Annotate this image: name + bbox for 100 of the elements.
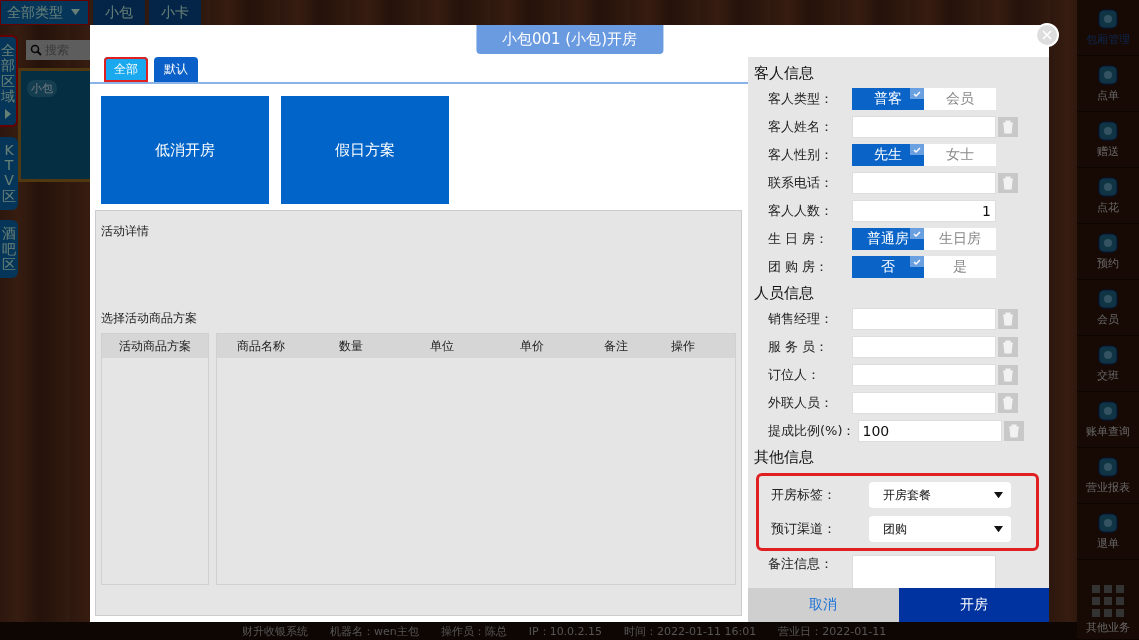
status-text: 机器名：wen主包 (330, 623, 419, 639)
column-header: 数量 (338, 337, 364, 355)
scheme-button[interactable]: 低消开房 (101, 96, 269, 204)
input-field[interactable]: 1 (852, 200, 996, 222)
toggle-option[interactable]: 生日房 (924, 228, 996, 250)
tile-icon (1098, 232, 1118, 253)
section-title: 客人信息 (754, 63, 815, 84)
input-field[interactable] (852, 308, 996, 330)
field-label: 客人人数： (767, 202, 834, 220)
check-icon (913, 90, 921, 97)
column-header: 商品名称 (236, 337, 286, 355)
field-label: 提成比例(%)： (767, 422, 857, 440)
sidebar-item[interactable]: 点花 (1077, 168, 1139, 224)
input-field[interactable] (852, 116, 996, 138)
tile-icon (1098, 64, 1118, 85)
toggle-option[interactable]: 否 (852, 256, 924, 278)
trash-button[interactable] (998, 337, 1018, 357)
field-label: 客人类型： (767, 90, 834, 108)
cancel-button[interactable]: 取消 (748, 588, 899, 622)
check-icon (913, 146, 921, 153)
trash-icon (1002, 120, 1014, 134)
column-header: 操作 (670, 337, 696, 355)
tile-icon (1098, 456, 1118, 477)
toggle-option[interactable]: 先生 (852, 144, 924, 166)
field-label: 客人姓名： (767, 118, 834, 136)
tile-icon (1098, 400, 1118, 421)
sidebar-item[interactable]: 会员 (1077, 280, 1139, 336)
grid-icon (1092, 585, 1124, 617)
sidebar-item[interactable]: 退单 (1077, 504, 1139, 560)
status-text: 操作员：陈总 (440, 623, 507, 639)
category-tab[interactable]: 小卡 (149, 0, 201, 25)
toggle-option[interactable]: 女士 (924, 144, 996, 166)
search-icon (30, 44, 42, 56)
toggle-option[interactable]: 普通房 (852, 228, 924, 250)
input-field[interactable] (852, 555, 996, 588)
confirm-button[interactable]: 开房 (898, 588, 1049, 622)
dialog-tab[interactable]: 全部 (104, 57, 148, 82)
sidebar-item[interactable]: 赠送 (1077, 112, 1139, 168)
section-label: 活动详情 (101, 223, 150, 240)
column-header: 活动商品方案 (118, 337, 192, 355)
trash-button[interactable] (998, 117, 1018, 137)
field-label: 订位人： (767, 366, 821, 384)
type-dropdown[interactable]: 全部类型 (0, 0, 89, 25)
toggle-option[interactable]: 普客 (852, 88, 924, 110)
input-field[interactable] (852, 336, 996, 358)
column-header: 单价 (519, 337, 545, 355)
field-label: 外联人员： (767, 394, 834, 412)
status-text: 营业日：2022-01-11 (778, 623, 887, 639)
sidebar-item[interactable]: 账单查询 (1077, 392, 1139, 448)
dropdown[interactable]: 团购 (869, 516, 1011, 542)
sidebar-item[interactable]: 交班 (1077, 336, 1139, 392)
field-label: 联系电话： (767, 174, 834, 192)
field-label: 销售经理： (767, 310, 834, 328)
sidebar-item[interactable]: 预约 (1077, 224, 1139, 280)
sidebar-item[interactable]: 其他业务 (1077, 560, 1139, 640)
toggle-option[interactable]: 是 (924, 256, 996, 278)
close-button[interactable] (1035, 23, 1059, 47)
trash-button[interactable] (998, 393, 1018, 413)
field-label: 团 购 房： (767, 258, 830, 276)
caret-icon (71, 9, 80, 16)
trash-icon (1007, 424, 1020, 438)
tile-icon (1098, 8, 1118, 29)
category-tab[interactable]: 小包 (93, 0, 145, 25)
input-field[interactable] (852, 392, 996, 414)
trash-icon (1002, 312, 1014, 326)
dialog-title: 小包001 (小包)开房 (475, 25, 664, 54)
area-tab[interactable]: KTV区 (0, 136, 18, 211)
section-label: 选择活动商品方案 (101, 310, 198, 327)
field-label: 客人性别： (767, 146, 834, 164)
toggle-option[interactable]: 会员 (924, 88, 996, 110)
trash-icon (1002, 396, 1014, 410)
trash-icon (1002, 368, 1014, 382)
tile-icon (1098, 176, 1118, 197)
tile-icon (1098, 512, 1118, 533)
trash-button[interactable] (1003, 421, 1024, 441)
trash-button[interactable] (998, 365, 1018, 385)
field-label: 备注信息： (767, 555, 834, 573)
scheme-button[interactable]: 假日方案 (281, 96, 449, 204)
trash-button[interactable] (998, 309, 1018, 329)
area-tab[interactable]: 酒吧区 (0, 220, 18, 279)
tile-icon (1098, 344, 1118, 365)
status-text: IP：10.0.2.15 (528, 623, 603, 639)
dialog-tab[interactable]: 默认 (154, 57, 198, 82)
caret-icon (5, 108, 11, 119)
dropdown[interactable]: 开房套餐 (869, 482, 1011, 508)
input-field[interactable] (852, 172, 996, 194)
input-field[interactable]: 100 (857, 420, 1002, 442)
field-label: 开房标签： (770, 486, 837, 504)
column-header: 备注 (603, 337, 629, 355)
tile-icon (1098, 120, 1118, 141)
sidebar-item[interactable]: 营业报表 (1077, 448, 1139, 504)
status-text: 时间：2022-01-11 16:01 (624, 623, 757, 639)
area-tab[interactable]: 全部区域 (0, 35, 18, 127)
column-header: 单位 (429, 337, 455, 355)
sidebar-item[interactable]: 点单 (1077, 56, 1139, 112)
input-field[interactable] (852, 364, 996, 386)
trash-button[interactable] (998, 173, 1018, 193)
caret-icon (994, 491, 1003, 499)
field-label: 预订渠道： (770, 520, 837, 538)
trash-icon (1002, 176, 1014, 190)
